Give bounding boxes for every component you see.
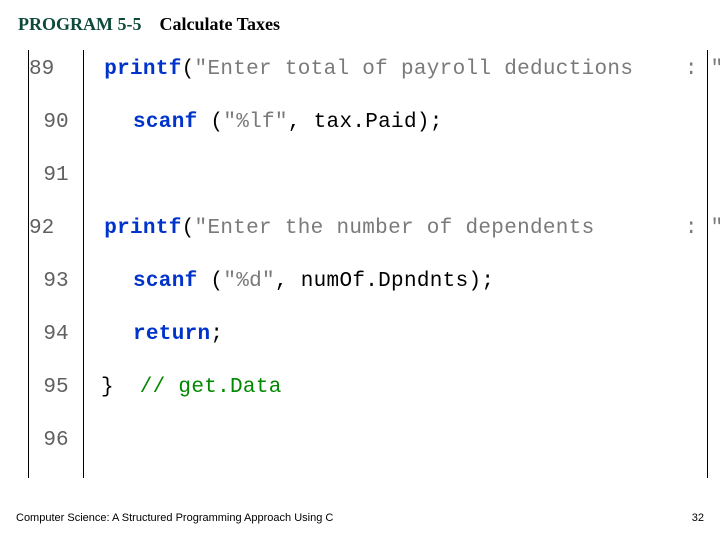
slide-footer: Computer Science: A Structured Programmi… xyxy=(16,512,704,524)
code-line: 95} // get.Data xyxy=(29,376,707,429)
code-content: printf("Enter the number of dependents :… xyxy=(54,217,720,240)
code-content: return; xyxy=(83,323,223,346)
code-line: 89printf("Enter total of payroll deducti… xyxy=(29,58,707,111)
code-line: 90scanf ("%lf", tax.Paid); xyxy=(29,111,707,164)
code-block: 89printf("Enter total of payroll deducti… xyxy=(28,50,708,478)
code-line: 91 xyxy=(29,164,707,217)
line-number: 89 xyxy=(29,58,54,81)
code-line: 94return; xyxy=(29,323,707,376)
code-lines: 89printf("Enter total of payroll deducti… xyxy=(29,58,707,482)
line-number: 91 xyxy=(29,164,83,187)
line-number: 93 xyxy=(29,270,83,293)
code-line: 92printf("Enter the number of dependents… xyxy=(29,217,707,270)
code-line: 93scanf ("%d", numOf.Dpndnts); xyxy=(29,270,707,323)
book-title: Computer Science: A Structured Programmi… xyxy=(16,512,333,524)
code-content: } // get.Data xyxy=(83,376,282,399)
line-number: 90 xyxy=(29,111,83,134)
page-number: 32 xyxy=(692,512,704,524)
line-number: 94 xyxy=(29,323,83,346)
program-title: Calculate Taxes xyxy=(159,14,280,35)
line-number: 92 xyxy=(29,217,54,240)
slide-header: PROGRAM 5-5 Calculate Taxes xyxy=(0,0,720,35)
line-number: 95 xyxy=(29,376,83,399)
code-line: 96 xyxy=(29,429,707,482)
line-number: 96 xyxy=(29,429,83,452)
code-content: scanf ("%d", numOf.Dpndnts); xyxy=(83,270,494,293)
code-content: printf("Enter total of payroll deduction… xyxy=(54,58,720,81)
program-label: PROGRAM 5-5 xyxy=(18,14,141,35)
code-content: scanf ("%lf", tax.Paid); xyxy=(83,111,443,134)
